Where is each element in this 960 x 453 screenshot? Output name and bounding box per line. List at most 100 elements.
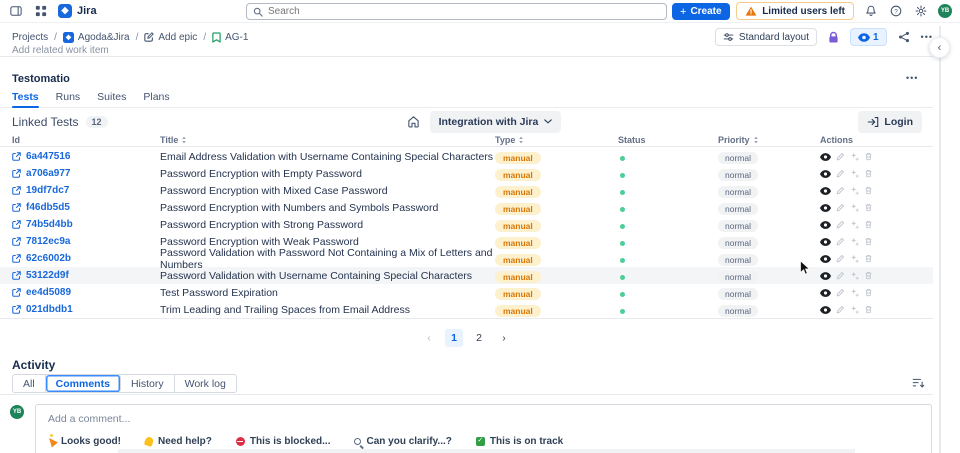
right-scrollbar-track[interactable] xyxy=(939,26,941,453)
create-button[interactable]: + Create xyxy=(672,3,730,20)
table-row[interactable]: 74b5d4bb Password Encryption with Strong… xyxy=(0,216,933,233)
panel-more-icon[interactable]: ••• xyxy=(906,73,918,83)
test-id-link[interactable]: 53122d9f xyxy=(26,270,69,281)
ai-magic-icon[interactable] xyxy=(850,237,859,246)
activity-sort-icon[interactable] xyxy=(912,377,925,389)
quick-reply-chip[interactable]: Looks good! xyxy=(46,435,121,448)
lock-icon[interactable] xyxy=(826,29,841,46)
tab-tests[interactable]: Tests xyxy=(12,88,39,108)
edit-icon[interactable] xyxy=(836,220,845,229)
panel-collapse-button[interactable]: ‹ xyxy=(929,37,950,58)
table-row[interactable]: ee4d5089 Test Password Expiration manual… xyxy=(0,284,933,301)
help-icon[interactable]: ? xyxy=(888,3,904,19)
edit-icon[interactable] xyxy=(836,152,845,161)
user-avatar[interactable]: YB xyxy=(938,4,952,18)
delete-icon[interactable] xyxy=(864,203,873,212)
table-row[interactable]: 6a447516 Email Address Validation with U… xyxy=(0,148,933,165)
sidebar-toggle-icon[interactable] xyxy=(8,3,24,19)
edit-icon[interactable] xyxy=(836,288,845,297)
test-id-link[interactable]: 6a447516 xyxy=(26,151,71,162)
activity-tab-history[interactable]: History xyxy=(121,375,175,392)
delete-icon[interactable] xyxy=(864,254,873,263)
tab-plans[interactable]: Plans xyxy=(143,88,169,107)
tab-runs[interactable]: Runs xyxy=(56,88,81,107)
test-id-link[interactable]: ee4d5089 xyxy=(26,287,71,298)
integration-dropdown[interactable]: Integration with Jira xyxy=(429,110,562,133)
view-test-icon[interactable] xyxy=(820,203,831,212)
login-button[interactable]: Login xyxy=(858,110,922,133)
quick-reply-chip[interactable]: Need help? xyxy=(143,435,212,448)
edit-icon[interactable] xyxy=(836,254,845,263)
external-link-icon[interactable] xyxy=(12,152,21,161)
page-next-icon[interactable]: › xyxy=(495,329,513,347)
edit-icon[interactable] xyxy=(836,169,845,178)
settings-gear-icon[interactable] xyxy=(913,3,929,19)
delete-icon[interactable] xyxy=(864,237,873,246)
comment-input[interactable]: Add a comment... Looks good! Need help? … xyxy=(35,404,932,453)
edit-icon[interactable] xyxy=(836,305,845,314)
tab-suites[interactable]: Suites xyxy=(97,88,126,107)
external-link-icon[interactable] xyxy=(12,169,21,178)
external-link-icon[interactable] xyxy=(12,237,21,246)
edit-icon[interactable] xyxy=(836,186,845,195)
external-link-icon[interactable] xyxy=(12,203,21,212)
delete-icon[interactable] xyxy=(864,186,873,195)
view-test-icon[interactable] xyxy=(820,169,831,178)
delete-icon[interactable] xyxy=(864,288,873,297)
breadcrumb-add-epic[interactable]: Add epic xyxy=(144,32,197,43)
quick-reply-chip[interactable]: This is blocked... xyxy=(235,436,330,447)
test-id-link[interactable]: 62c6002b xyxy=(26,253,71,264)
test-id-link[interactable]: f46db5d5 xyxy=(26,202,70,213)
edit-icon[interactable] xyxy=(836,271,845,280)
view-test-icon[interactable] xyxy=(820,186,831,195)
delete-icon[interactable] xyxy=(864,271,873,280)
test-id-link[interactable]: 19df7dc7 xyxy=(26,185,69,196)
table-row[interactable]: 19df7dc7 Password Encryption with Mixed … xyxy=(0,182,933,199)
external-link-icon[interactable] xyxy=(12,186,21,195)
external-link-icon[interactable] xyxy=(12,220,21,229)
header-type[interactable]: Type xyxy=(495,133,618,146)
ai-magic-icon[interactable] xyxy=(850,254,859,263)
ai-magic-icon[interactable] xyxy=(850,271,859,280)
page-prev-icon[interactable]: ‹ xyxy=(420,329,438,347)
table-row[interactable]: 021dbdb1 Trim Leading and Trailing Space… xyxy=(0,301,933,318)
activity-tab-all[interactable]: All xyxy=(13,375,46,392)
standard-layout-button[interactable]: Standard layout xyxy=(714,28,817,46)
table-row[interactable]: 53122d9f Password Validation with Userna… xyxy=(0,267,933,284)
delete-icon[interactable] xyxy=(864,220,873,229)
header-title[interactable]: Title xyxy=(160,133,495,146)
table-row[interactable]: a706a977 Password Encryption with Empty … xyxy=(0,165,933,182)
app-switcher-icon[interactable] xyxy=(33,3,49,19)
header-priority[interactable]: Priority xyxy=(718,133,820,146)
view-test-icon[interactable] xyxy=(820,254,831,263)
test-id-link[interactable]: 021dbdb1 xyxy=(26,304,73,315)
page-1-button[interactable]: 1 xyxy=(445,329,463,347)
view-test-icon[interactable] xyxy=(820,220,831,229)
ai-magic-icon[interactable] xyxy=(850,288,859,297)
ai-magic-icon[interactable] xyxy=(850,152,859,161)
search-input[interactable] xyxy=(268,6,660,17)
share-icon[interactable] xyxy=(896,29,912,45)
external-link-icon[interactable] xyxy=(12,254,21,263)
external-link-icon[interactable] xyxy=(12,271,21,280)
breadcrumb-projects[interactable]: Projects xyxy=(12,32,48,43)
breadcrumb-issue-key[interactable]: AG-1 xyxy=(212,32,248,43)
view-test-icon[interactable] xyxy=(820,152,831,161)
ai-magic-icon[interactable] xyxy=(850,203,859,212)
edit-icon[interactable] xyxy=(836,237,845,246)
view-test-icon[interactable] xyxy=(820,288,831,297)
delete-icon[interactable] xyxy=(864,152,873,161)
activity-tab-worklog[interactable]: Work log xyxy=(175,375,236,392)
page-2-button[interactable]: 2 xyxy=(470,329,488,347)
quick-reply-chip[interactable]: Can you clarify...? xyxy=(354,436,452,447)
view-test-icon[interactable] xyxy=(820,237,831,246)
watchers-button[interactable]: 1 xyxy=(849,28,887,46)
activity-tab-comments[interactable]: Comments xyxy=(45,375,121,392)
delete-icon[interactable] xyxy=(864,305,873,314)
breadcrumb-project[interactable]: Agoda&Jira xyxy=(62,31,130,43)
quick-reply-chip[interactable]: This is on track xyxy=(475,436,563,447)
test-id-link[interactable]: 7812ec9a xyxy=(26,236,71,247)
test-id-link[interactable]: 74b5d4bb xyxy=(26,219,73,230)
external-link-icon[interactable] xyxy=(12,305,21,314)
jira-logo[interactable]: Jira xyxy=(58,4,97,18)
